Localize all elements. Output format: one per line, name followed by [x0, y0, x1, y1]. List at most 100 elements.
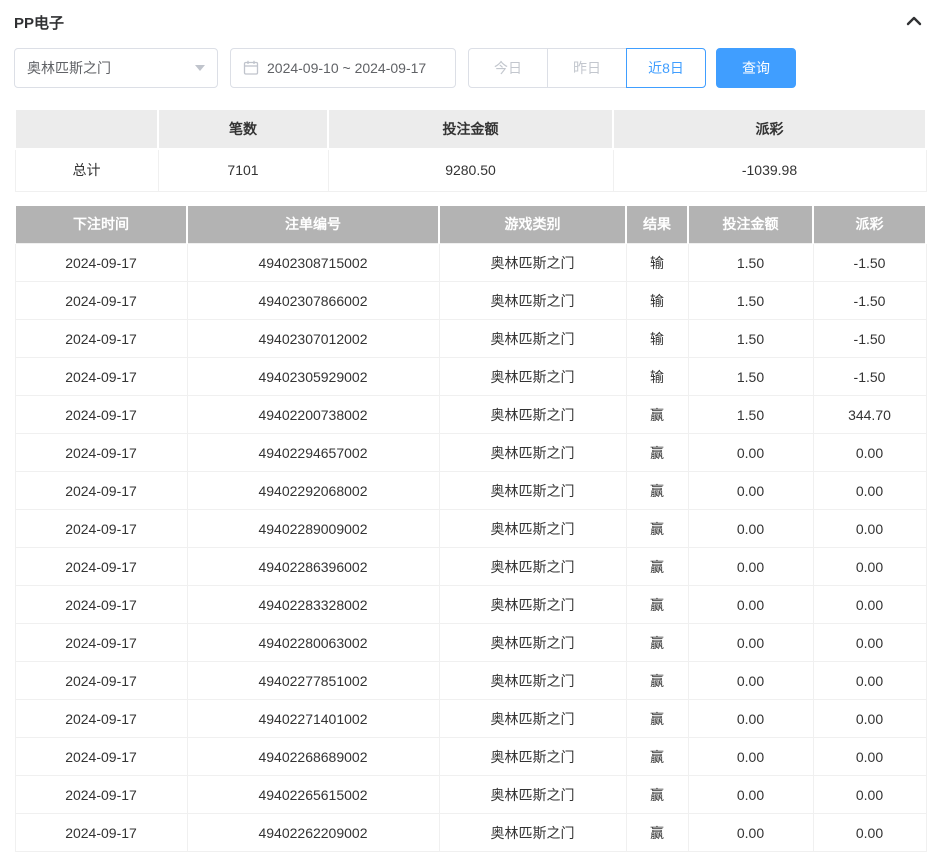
- cell-game-category: 奥林匹斯之门: [439, 510, 626, 548]
- cell-bet-amount: 1.50: [688, 396, 813, 434]
- summary-header-row: 笔数 投注金额 派彩: [15, 109, 926, 149]
- cell-bet-time: 2024-09-17: [15, 320, 187, 358]
- cell-bet-time: 2024-09-17: [15, 472, 187, 510]
- cell-order-number: 49402308715002: [187, 244, 439, 282]
- cell-payout: 0.00: [813, 776, 926, 814]
- cell-payout: 0.00: [813, 434, 926, 472]
- cell-order-number: 49402277851002: [187, 662, 439, 700]
- records-panel: PP电子 奥林匹斯之门 2024-09-10 ~ 2024-09-17 今日 昨…: [0, 0, 937, 852]
- summary-header-payout: 派彩: [613, 109, 926, 149]
- collapse-panel-button[interactable]: [903, 12, 925, 33]
- summary-header-bet-amount: 投注金额: [328, 109, 613, 149]
- cell-payout: -1.50: [813, 358, 926, 396]
- table-row: 2024-09-1749402283328002奥林匹斯之门赢0.000.00: [15, 586, 926, 624]
- cell-bet-time: 2024-09-17: [15, 548, 187, 586]
- cell-game-category: 奥林匹斯之门: [439, 662, 626, 700]
- cell-bet-amount: 1.50: [688, 244, 813, 282]
- cell-bet-time: 2024-09-17: [15, 434, 187, 472]
- col-header-bet-time: 下注时间: [15, 206, 187, 244]
- cell-game-category: 奥林匹斯之门: [439, 244, 626, 282]
- summary-total-payout: -1039.98: [613, 149, 926, 191]
- cell-game-category: 奥林匹斯之门: [439, 282, 626, 320]
- table-row: 2024-09-1749402294657002奥林匹斯之门赢0.000.00: [15, 434, 926, 472]
- cell-order-number: 49402294657002: [187, 434, 439, 472]
- table-row: 2024-09-1749402271401002奥林匹斯之门赢0.000.00: [15, 700, 926, 738]
- game-select[interactable]: 奥林匹斯之门: [14, 48, 218, 88]
- table-row: 2024-09-1749402286396002奥林匹斯之门赢0.000.00: [15, 548, 926, 586]
- bet-table-body: 2024-09-1749402308715002奥林匹斯之门输1.50-1.50…: [15, 244, 926, 852]
- table-row: 2024-09-1749402265615002奥林匹斯之门赢0.000.00: [15, 776, 926, 814]
- cell-game-category: 奥林匹斯之门: [439, 320, 626, 358]
- cell-order-number: 49402268689002: [187, 738, 439, 776]
- table-row: 2024-09-1749402277851002奥林匹斯之门赢0.000.00: [15, 662, 926, 700]
- cell-game-category: 奥林匹斯之门: [439, 776, 626, 814]
- cell-bet-time: 2024-09-17: [15, 358, 187, 396]
- panel-header: PP电子: [14, 8, 925, 36]
- cell-bet-time: 2024-09-17: [15, 586, 187, 624]
- cell-result: 赢: [626, 776, 688, 814]
- summary-table: 笔数 投注金额 派彩 总计 7101 9280.50 -1039.98: [14, 108, 927, 192]
- col-header-result: 结果: [626, 206, 688, 244]
- table-row: 2024-09-1749402262209002奥林匹斯之门赢0.000.00: [15, 814, 926, 852]
- col-header-order-number: 注单编号: [187, 206, 439, 244]
- cell-bet-amount: 1.50: [688, 320, 813, 358]
- cell-payout: 0.00: [813, 548, 926, 586]
- cell-bet-amount: 0.00: [688, 624, 813, 662]
- table-row: 2024-09-1749402307866002奥林匹斯之门输1.50-1.50: [15, 282, 926, 320]
- cell-order-number: 49402307012002: [187, 320, 439, 358]
- cell-result: 赢: [626, 700, 688, 738]
- cell-bet-amount: 0.00: [688, 776, 813, 814]
- table-row: 2024-09-1749402289009002奥林匹斯之门赢0.000.00: [15, 510, 926, 548]
- page-title: PP电子: [14, 12, 64, 33]
- cell-result: 赢: [626, 472, 688, 510]
- cell-order-number: 49402271401002: [187, 700, 439, 738]
- cell-payout: 0.00: [813, 738, 926, 776]
- bet-records-table: 下注时间 注单编号 游戏类别 结果 投注金额 派彩 2024-09-174940…: [14, 206, 927, 852]
- filter-bar: 奥林匹斯之门 2024-09-10 ~ 2024-09-17 今日 昨日 近8日…: [14, 48, 925, 88]
- cell-result: 赢: [626, 814, 688, 852]
- cell-bet-amount: 0.00: [688, 586, 813, 624]
- cell-payout: -1.50: [813, 282, 926, 320]
- cell-game-category: 奥林匹斯之门: [439, 624, 626, 662]
- cell-result: 赢: [626, 738, 688, 776]
- cell-result: 赢: [626, 510, 688, 548]
- cell-game-category: 奥林匹斯之门: [439, 814, 626, 852]
- cell-order-number: 49402305929002: [187, 358, 439, 396]
- date-range-input[interactable]: 2024-09-10 ~ 2024-09-17: [230, 48, 456, 88]
- quick-date-button-group: 今日 昨日 近8日: [468, 48, 706, 88]
- cell-payout: -1.50: [813, 244, 926, 282]
- cell-game-category: 奥林匹斯之门: [439, 396, 626, 434]
- cell-bet-time: 2024-09-17: [15, 244, 187, 282]
- cell-bet-time: 2024-09-17: [15, 282, 187, 320]
- cell-payout: 0.00: [813, 700, 926, 738]
- today-button[interactable]: 今日: [468, 48, 548, 88]
- cell-payout: -1.50: [813, 320, 926, 358]
- cell-bet-amount: 0.00: [688, 472, 813, 510]
- cell-bet-amount: 0.00: [688, 510, 813, 548]
- cell-game-category: 奥林匹斯之门: [439, 548, 626, 586]
- cell-bet-amount: 1.50: [688, 282, 813, 320]
- game-select-value: 奥林匹斯之门: [27, 58, 111, 78]
- cell-order-number: 49402286396002: [187, 548, 439, 586]
- cell-game-category: 奥林匹斯之门: [439, 472, 626, 510]
- cell-bet-amount: 1.50: [688, 358, 813, 396]
- last-8-days-button[interactable]: 近8日: [626, 48, 706, 88]
- cell-result: 输: [626, 320, 688, 358]
- cell-game-category: 奥林匹斯之门: [439, 358, 626, 396]
- cell-order-number: 49402283328002: [187, 586, 439, 624]
- cell-result: 输: [626, 244, 688, 282]
- cell-payout: 0.00: [813, 510, 926, 548]
- cell-order-number: 49402307866002: [187, 282, 439, 320]
- cell-bet-time: 2024-09-17: [15, 776, 187, 814]
- cell-result: 赢: [626, 624, 688, 662]
- summary-total-label: 总计: [15, 149, 158, 191]
- cell-bet-time: 2024-09-17: [15, 396, 187, 434]
- date-range-value: 2024-09-10 ~ 2024-09-17: [267, 60, 426, 76]
- cell-bet-amount: 0.00: [688, 662, 813, 700]
- cell-result: 赢: [626, 396, 688, 434]
- cell-result: 赢: [626, 662, 688, 700]
- yesterday-button[interactable]: 昨日: [547, 48, 627, 88]
- cell-result: 赢: [626, 548, 688, 586]
- cell-bet-amount: 0.00: [688, 434, 813, 472]
- query-button[interactable]: 查询: [716, 48, 796, 88]
